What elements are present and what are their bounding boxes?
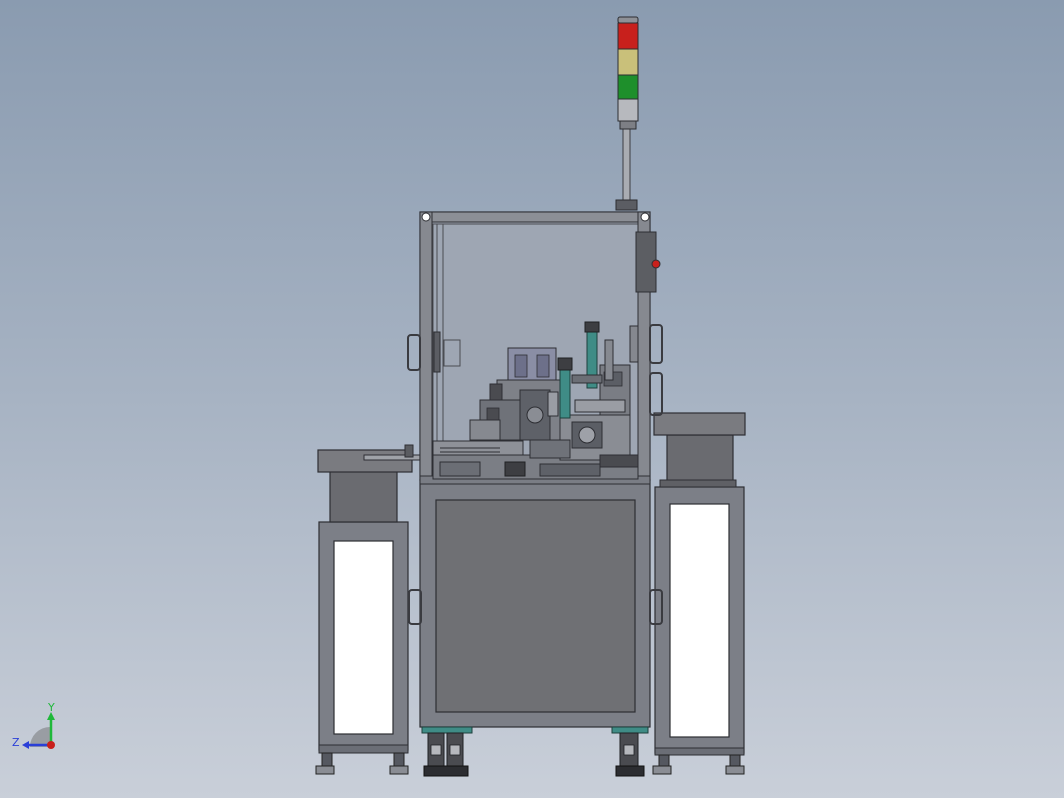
left-feeder-stand [315, 521, 409, 775]
green-lamp [617, 74, 639, 100]
right-handle-upper-b [649, 372, 663, 416]
yellow-lamp [617, 48, 639, 76]
red-lamp [617, 22, 639, 50]
z-axis-label: Z [12, 736, 20, 749]
origin-point [47, 741, 55, 749]
signal-tower [615, 16, 639, 211]
left-vibratory-bowl [317, 444, 425, 523]
emergency-stop [651, 259, 661, 269]
left-handle-lower [408, 589, 422, 625]
lower-cabinet-door [435, 499, 636, 713]
right-vibratory-bowl [653, 412, 746, 488]
cad-viewport[interactable]: Y Z [0, 0, 1064, 798]
right-feeder-stand [652, 486, 745, 775]
caster-wheels [421, 726, 649, 777]
y-axis-label: Y [47, 701, 55, 714]
left-handle-upper [407, 334, 421, 371]
right-handle-upper-a [649, 324, 663, 364]
coordinate-triad: Y Z [12, 701, 55, 749]
teal-cylinder-1 [559, 369, 571, 419]
